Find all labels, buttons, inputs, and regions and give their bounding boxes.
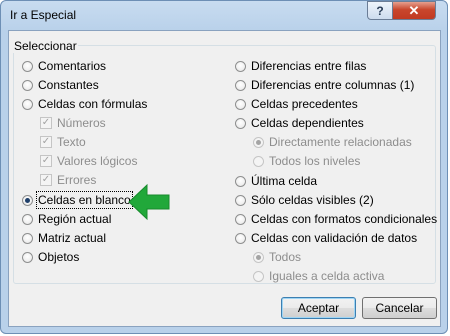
option-label: Diferencias entre filas: [251, 59, 367, 73]
option-celdas-en-blanco[interactable]: Celdas en blanco: [22, 191, 133, 209]
option-label: Celdas con validación de datos: [251, 231, 418, 245]
check-label: Valores lógicos: [57, 154, 138, 168]
help-button[interactable]: ?: [367, 1, 393, 20]
button-label: Cancelar: [375, 301, 424, 315]
radio-solo-visibles[interactable]: [235, 194, 246, 206]
option-formatos-condicionales[interactable]: Celdas con formatos condicionales: [235, 211, 437, 227]
check-label: Texto: [57, 135, 86, 149]
option-region-actual[interactable]: Región actual: [22, 211, 111, 227]
option-label: Constantes: [38, 78, 99, 92]
dialog-body: Seleccionar Comentarios Constantes Celda…: [8, 30, 441, 327]
option-label: Comentarios: [38, 59, 107, 73]
group-label: Seleccionar: [13, 39, 78, 53]
check-numeros[interactable]: ✓ Números: [40, 115, 106, 131]
cancelar-button[interactable]: Cancelar: [362, 297, 437, 319]
radio-ultima-celda[interactable]: [235, 175, 246, 187]
button-label: Aceptar: [297, 301, 340, 315]
suboption-iguales-celda-activa[interactable]: Iguales a celda activa: [253, 268, 384, 284]
option-label: Celdas en blanco: [36, 191, 133, 209]
option-label: Celdas precedentes: [251, 97, 358, 111]
option-diferencias-columnas[interactable]: Diferencias entre columnas (1): [235, 77, 414, 93]
option-label: Celdas dependientes: [251, 116, 364, 130]
radio-celdas-en-blanco[interactable]: [22, 194, 33, 206]
option-ultima-celda[interactable]: Última celda: [235, 173, 317, 189]
option-constantes[interactable]: Constantes: [22, 77, 99, 93]
radio-diferencias-filas[interactable]: [235, 60, 246, 72]
option-label: Directamente relacionadas: [269, 135, 412, 149]
check-errores[interactable]: ✓ Errores: [40, 172, 96, 188]
option-label: Todos: [269, 250, 302, 264]
option-label: Celdas con fórmulas: [38, 97, 148, 111]
title-bar: Ir a Especial ? ✕: [1, 1, 447, 28]
option-solo-celdas-visibles[interactable]: Sólo celdas visibles (2): [235, 192, 374, 208]
radio-directamente[interactable]: [253, 136, 264, 148]
option-diferencias-filas[interactable]: Diferencias entre filas: [235, 58, 366, 74]
option-matriz-actual[interactable]: Matriz actual: [22, 230, 106, 246]
green-arrow-left-icon: [128, 183, 170, 221]
option-label: Matriz actual: [38, 231, 107, 245]
close-icon: ✕: [408, 2, 420, 18]
radio-celdas-con-formulas[interactable]: [22, 98, 33, 110]
radio-validacion-datos[interactable]: [235, 232, 246, 244]
checkbox-icon[interactable]: ✓: [40, 155, 52, 167]
radio-iguales[interactable]: [253, 270, 264, 282]
option-celdas-dependientes[interactable]: Celdas dependientes: [235, 115, 364, 131]
option-label: Celdas con formatos condicionales: [251, 212, 438, 226]
check-label: Errores: [57, 173, 97, 187]
option-label: Región actual: [38, 212, 112, 226]
radio-diferencias-columnas[interactable]: [235, 79, 246, 91]
close-button[interactable]: ✕: [392, 1, 436, 20]
dialog-title: Ir a Especial: [10, 8, 77, 22]
check-label: Números: [57, 116, 106, 130]
option-objetos[interactable]: Objetos: [22, 249, 79, 265]
option-validacion-datos[interactable]: Celdas con validación de datos: [235, 230, 417, 246]
radio-region-actual[interactable]: [22, 213, 33, 225]
check-valores-logicos[interactable]: ✓ Valores lógicos: [40, 153, 137, 169]
option-label: Última celda: [251, 174, 318, 188]
option-label: Diferencias entre columnas (1): [251, 78, 415, 92]
suboption-todos[interactable]: Todos: [253, 249, 301, 265]
radio-todos[interactable]: [253, 251, 264, 263]
help-icon: ?: [376, 3, 384, 18]
radio-todos-niveles[interactable]: [253, 155, 264, 167]
suboption-directamente-relacionadas[interactable]: Directamente relacionadas: [253, 134, 412, 150]
dialog-window: Ir a Especial ? ✕ Seleccionar Comentario…: [0, 0, 448, 334]
radio-comentarios[interactable]: [22, 60, 33, 72]
option-label: Todos los niveles: [269, 154, 361, 168]
radio-objetos[interactable]: [22, 251, 33, 263]
option-label: Iguales a celda activa: [269, 269, 385, 283]
option-celdas-con-formulas[interactable]: Celdas con fórmulas: [22, 96, 147, 112]
checkbox-icon[interactable]: ✓: [40, 174, 52, 186]
radio-formatos-condicionales[interactable]: [235, 213, 246, 225]
radio-celdas-precedentes[interactable]: [235, 98, 246, 110]
option-comentarios[interactable]: Comentarios: [22, 58, 106, 74]
option-celdas-precedentes[interactable]: Celdas precedentes: [235, 96, 358, 112]
option-label: Sólo celdas visibles (2): [251, 193, 374, 207]
checkbox-icon[interactable]: ✓: [40, 136, 52, 148]
suboption-todos-los-niveles[interactable]: Todos los niveles: [253, 153, 360, 169]
option-label: Objetos: [38, 250, 80, 264]
checkbox-icon[interactable]: ✓: [40, 117, 52, 129]
check-texto[interactable]: ✓ Texto: [40, 134, 86, 150]
aceptar-button[interactable]: Aceptar: [281, 297, 356, 319]
radio-celdas-dependientes[interactable]: [235, 117, 246, 129]
radio-constantes[interactable]: [22, 79, 33, 91]
radio-matriz-actual[interactable]: [22, 232, 33, 244]
